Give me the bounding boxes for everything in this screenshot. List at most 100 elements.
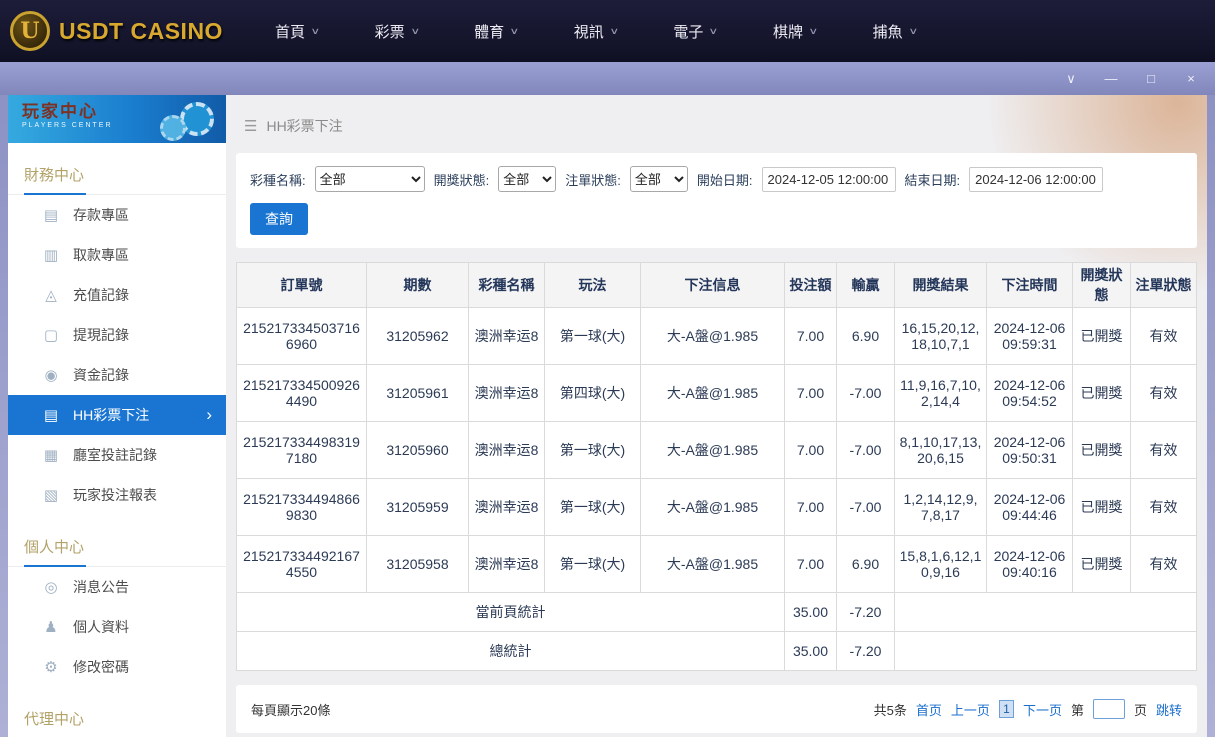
sidebar-item-withdrawal-record[interactable]: ▢ 提現記錄	[8, 315, 226, 355]
sidebar-item-label: 提現記錄	[73, 327, 129, 343]
table-row: 2152173344983197180 31205960 澳洲幸运8 第一球(大) 大-…	[236, 421, 1197, 479]
table-cell: 已開獎	[1072, 307, 1131, 365]
table-cell: 7.00	[784, 421, 837, 479]
table-header-cell: 訂單號	[236, 262, 367, 308]
page-jump-input[interactable]	[1092, 699, 1125, 719]
jump-link[interactable]: 跳转	[1156, 700, 1182, 719]
sidebar-item-hall-bet-record[interactable]: ▦ 廳室投註記錄	[8, 435, 226, 475]
table-cell: 8,1,10,17,13,20,6,15	[894, 421, 987, 479]
close-button[interactable]: ×	[1183, 72, 1199, 85]
breadcrumb: ☰ HH彩票下注	[236, 95, 1197, 153]
menu-icon[interactable]: ☰	[244, 117, 257, 135]
table-header-cell: 投注額	[784, 262, 837, 308]
table-head: 訂單號 期數 彩種名稱 玩法 下注信息 投注額 輸贏 開獎結果 下注時間 開獎狀態 注單狀態	[236, 262, 1197, 308]
sidebar: 玩家中心 PLAYERS CENTER 財務中心 ▤ 存款專區 ▥ 取款專區 ◬ 充值記錄 ▢…	[8, 95, 226, 737]
nav-item-label: 棋牌	[773, 23, 804, 41]
end-date-input[interactable]	[969, 166, 1104, 192]
page-summary-row: 當前頁統計 35.00 -7.20	[236, 592, 1197, 632]
chevron-down-icon: ∨	[708, 25, 719, 36]
table-cell: 2024-12-06 09:50:31	[986, 421, 1073, 479]
table-row: 2152173344948669830 31205959 澳洲幸运8 第一球(大) 大-…	[236, 478, 1197, 536]
draw-status-select[interactable]: 全部	[498, 166, 557, 192]
nav-item[interactable]: 電子 ∨	[673, 21, 719, 42]
table-header-cell: 期數	[366, 262, 469, 308]
sidebar-header: 玩家中心 PLAYERS CENTER	[8, 95, 226, 143]
bets-table-card: 訂單號 期數 彩種名稱 玩法 下注信息 投注額 輸贏 開獎結果 下注時間 開獎狀態 注單狀態 215…	[236, 262, 1197, 671]
filter-panel: 彩種名稱: 全部 開獎狀態: 全部 注單狀態: 全部 開始日期: 結束日期:	[236, 153, 1197, 248]
table-header-row: 訂單號 期數 彩種名稱 玩法 下注信息 投注額 輸贏 開獎結果 下注時間 開獎狀態 注單狀態	[236, 262, 1197, 308]
message-icon: ◎	[44, 579, 58, 596]
table-cell: 2152173345009264490	[236, 364, 367, 422]
table-cell: 11,9,16,7,10,2,14,4	[894, 364, 987, 422]
logo-letter: U	[20, 18, 40, 44]
withdrawal-record-icon: ▢	[43, 327, 59, 344]
bets-table: 訂單號 期數 彩種名稱 玩法 下注信息 投注額 輸贏 開獎結果 下注時間 開獎狀態 注單狀態 215…	[236, 262, 1197, 671]
sidebar-section-label: 個人中心	[8, 525, 226, 567]
nav-item[interactable]: 體育 ∨	[474, 21, 520, 42]
table-cell: 31205960	[366, 421, 469, 479]
summary-bet-total: 35.00	[784, 592, 837, 632]
table-row: 2152173344921674550 31205958 澳洲幸运8 第一球(大) 大-…	[236, 535, 1197, 593]
lottery-name-select[interactable]: 全部	[314, 166, 425, 192]
table-cell: 已開獎	[1072, 364, 1131, 422]
table-cell: 31205959	[366, 478, 469, 536]
sidebar-item-funds-record[interactable]: ◉ 資金記錄	[8, 355, 226, 395]
nav-item[interactable]: 視訊 ∨	[574, 21, 619, 42]
sidebar-item-label: 取款專區	[73, 247, 129, 263]
table-cell: 澳洲幸运8	[468, 535, 545, 593]
search-button[interactable]: 查詢	[250, 203, 308, 235]
draw-status-label: 開獎狀態:	[433, 172, 490, 188]
nav-item-label: 彩票	[374, 23, 405, 41]
table-row: 2152173345009264490 31205961 澳洲幸运8 第四球(大) 大-…	[236, 364, 1197, 422]
table-cell: 第一球(大)	[544, 421, 641, 479]
sidebar-item-player-bet-report[interactable]: ▧ 玩家投注報表	[8, 475, 226, 515]
maximize-button[interactable]: □	[1143, 72, 1159, 85]
logo[interactable]: U USDT CASINO	[10, 11, 223, 51]
logo-text: USDT CASINO	[59, 17, 223, 44]
table-cell: 有效	[1130, 364, 1197, 422]
table-cell: 15,8,1,6,12,10,9,16	[894, 535, 987, 593]
sidebar-item-deposit[interactable]: ▤ 存款專區	[8, 195, 226, 235]
sidebar-item-withdraw[interactable]: ▥ 取款專區	[8, 235, 226, 275]
table-cell: 大-A盤@1.985	[640, 307, 785, 365]
sidebar-item-label: 修改密碼	[73, 659, 129, 675]
grand-summary-row: 總統計 35.00 -7.20	[236, 631, 1197, 671]
sidebar-item-password[interactable]: ⚙ 修改密碼	[8, 647, 226, 687]
nav-item[interactable]: 棋牌 ∨	[773, 21, 818, 42]
start-date-input[interactable]	[761, 166, 896, 192]
sidebar-item-profile[interactable]: ♟ 個人資料	[8, 607, 226, 647]
nav-item[interactable]: 首頁 ∨	[274, 21, 320, 42]
dropdown-button[interactable]: ∨	[1063, 72, 1079, 85]
minimize-button[interactable]: —	[1103, 72, 1119, 85]
order-status-select[interactable]: 全部	[629, 166, 688, 192]
table-cell: 第一球(大)	[544, 535, 641, 593]
table-cell: 31205961	[366, 364, 469, 422]
next-page-link[interactable]: 下一页	[1023, 700, 1062, 719]
table-cell: 大-A盤@1.985	[640, 421, 785, 479]
sidebar-item-hh-lottery-bet[interactable]: ▤ HH彩票下注 ›	[8, 395, 226, 435]
table-cell: 2024-12-06 09:59:31	[986, 307, 1073, 365]
player-bet-report-icon: ▧	[43, 487, 59, 504]
chevron-down-icon: ∨	[907, 25, 918, 36]
table-header-cell: 下注時間	[986, 262, 1073, 308]
table-cell: 已開獎	[1072, 535, 1131, 593]
sidebar-item-recharge-record[interactable]: ◬ 充值記錄	[8, 275, 226, 315]
nav-item[interactable]: 彩票 ∨	[374, 21, 420, 42]
first-page-link[interactable]: 首页	[916, 700, 942, 719]
withdraw-icon: ▥	[43, 247, 59, 264]
summary-label: 當前頁統計	[236, 592, 785, 632]
prev-page-link[interactable]: 上一页	[951, 700, 990, 719]
nav-item[interactable]: 捕魚 ∨	[873, 21, 918, 42]
table-cell: 16,15,20,12,18,10,7,1	[894, 307, 987, 365]
nav-item-label: 首頁	[274, 23, 305, 41]
table-cell: 7.00	[784, 364, 837, 422]
current-page-indicator[interactable]: 1	[998, 700, 1014, 718]
chevron-down-icon: ∨	[509, 25, 520, 36]
poker-chip-graphic	[160, 102, 214, 141]
summary-label: 總統計	[236, 631, 785, 671]
table-cell: 7.00	[784, 478, 837, 536]
sidebar-item-message[interactable]: ◎ 消息公告	[8, 567, 226, 607]
breadcrumb-title: HH彩票下注	[266, 118, 343, 134]
password-icon: ⚙	[44, 659, 58, 676]
table-cell: 第四球(大)	[544, 364, 641, 422]
